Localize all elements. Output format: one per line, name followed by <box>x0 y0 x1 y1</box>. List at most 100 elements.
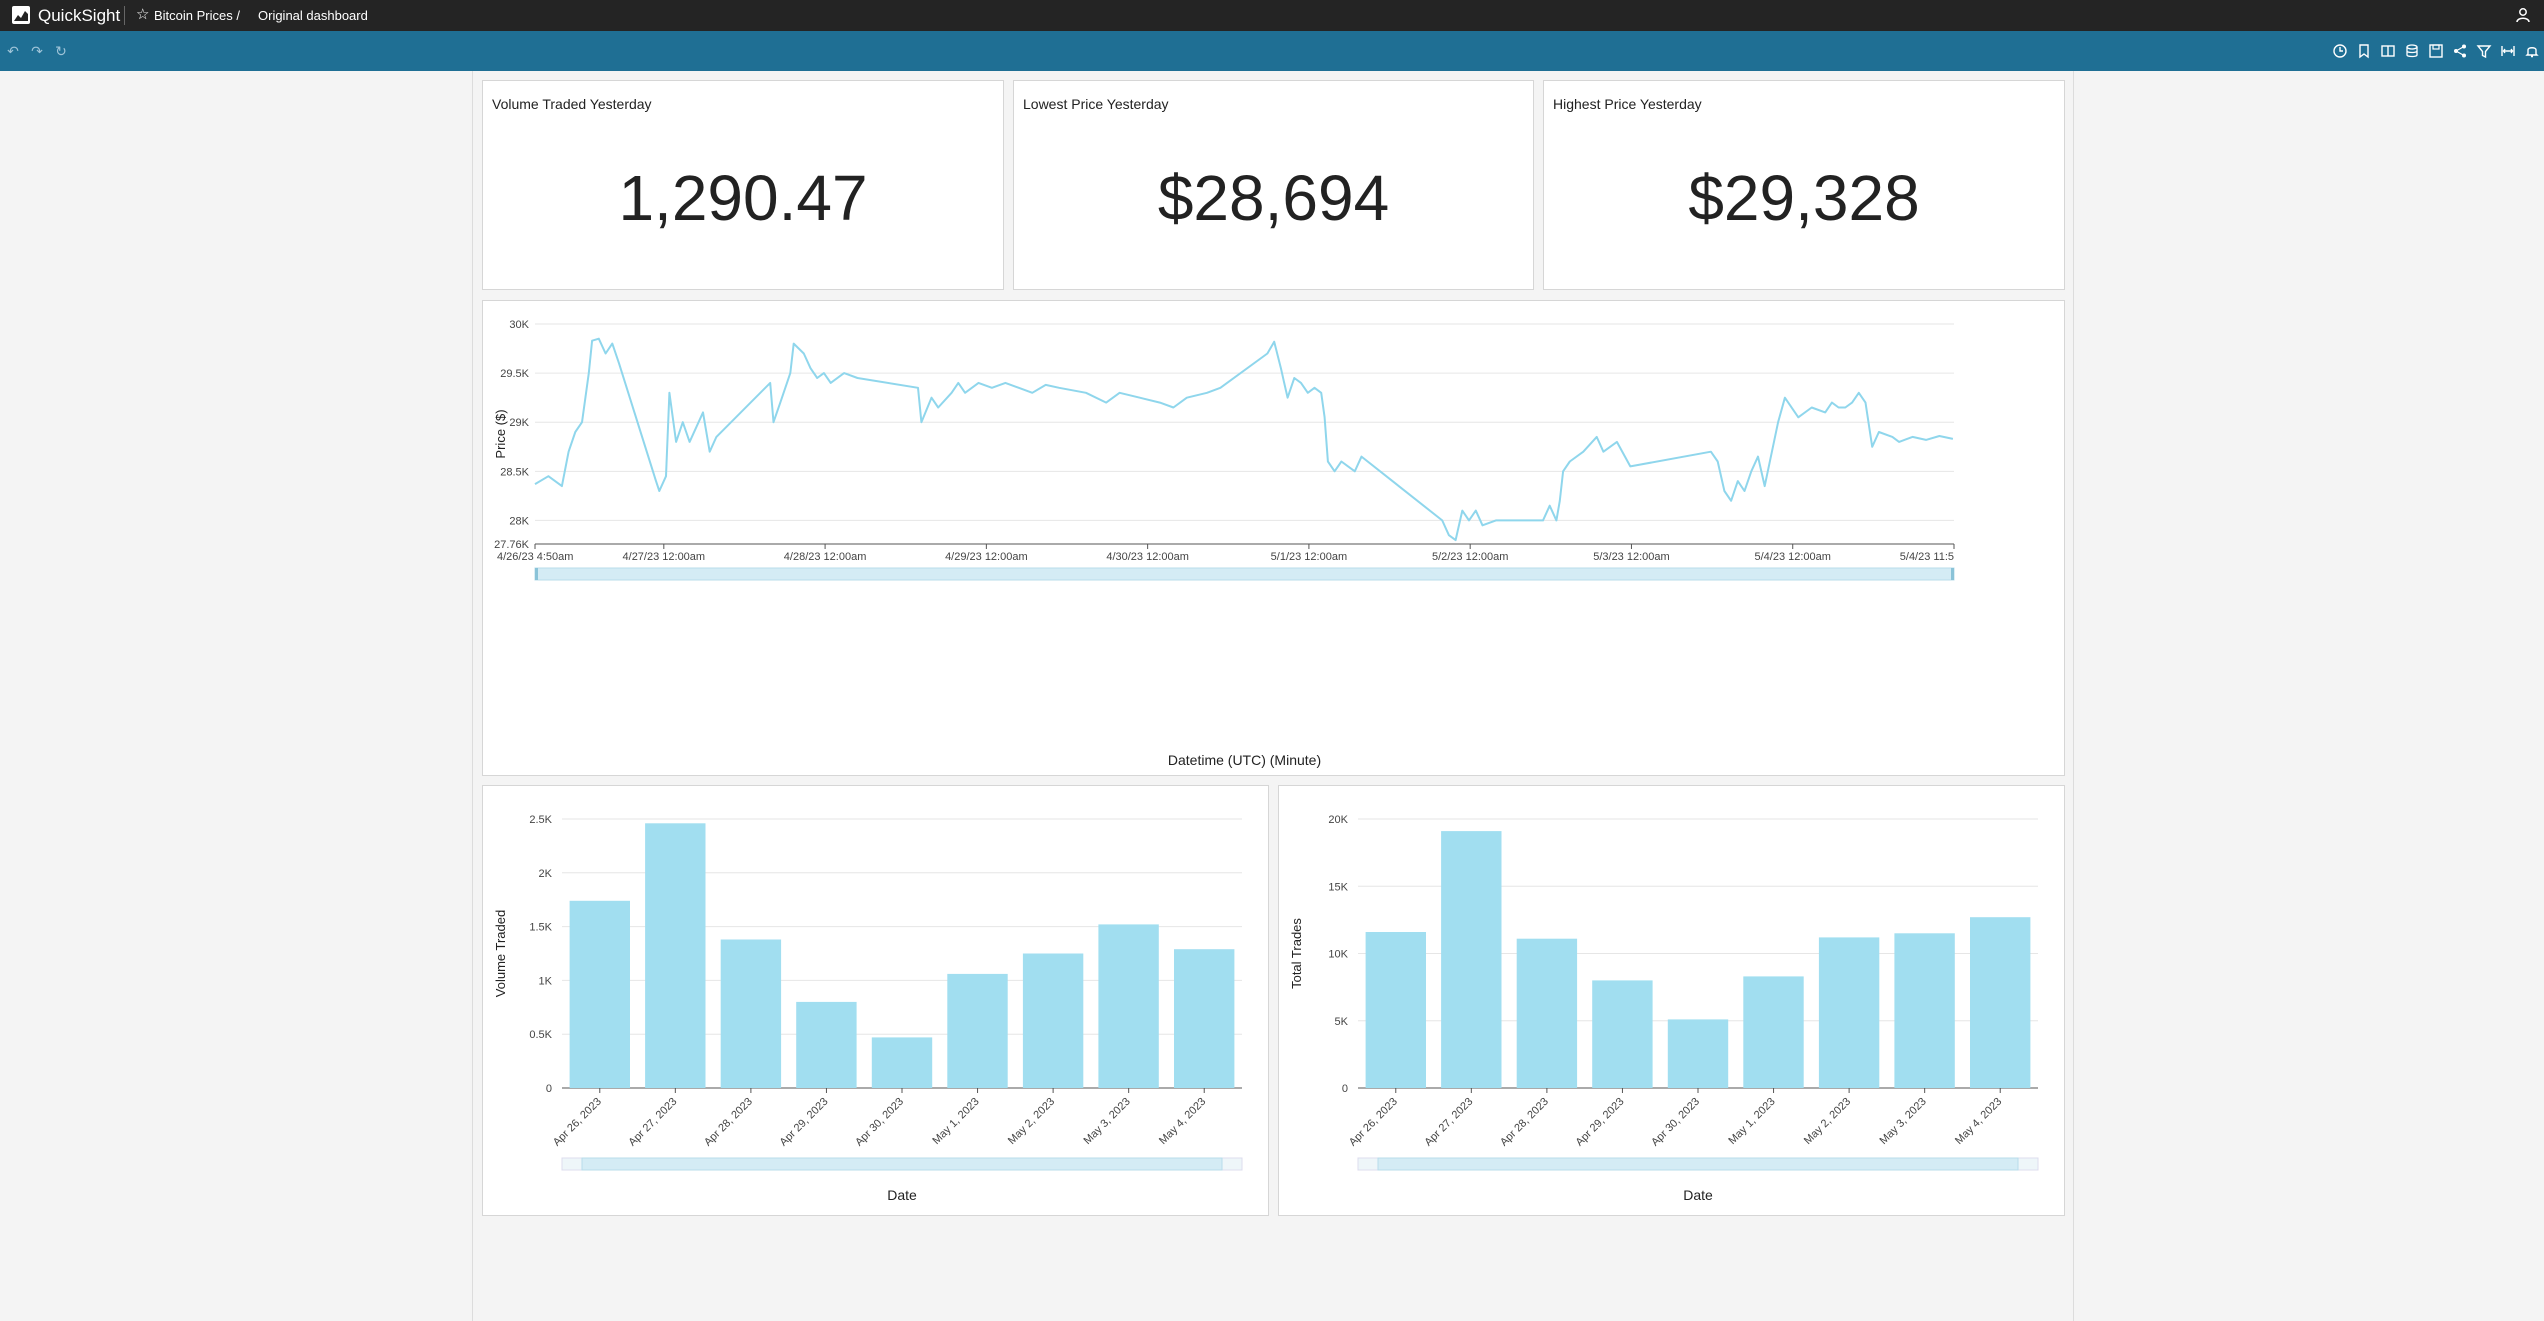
range-slider-handle-right <box>1951 568 1954 580</box>
x-tick-label: Apr 26, 2023 <box>1347 1096 1400 1149</box>
y-axis-title: Total Trades <box>1289 918 1304 989</box>
x-tick-label: 4/30/23 12:00am <box>1106 551 1189 563</box>
kpi-value: $28,694 <box>1157 162 1390 234</box>
y-tick-label: 2K <box>539 868 553 880</box>
thresholds-icon[interactable] <box>2380 43 2396 59</box>
x-tick-label: 4/26/23 4:50am <box>497 551 573 563</box>
bar <box>1970 917 2031 1088</box>
x-tick-label: 4/27/23 12:00am <box>623 551 706 563</box>
range-slider-window <box>1377 1157 2019 1171</box>
share-icon[interactable] <box>2452 43 2468 59</box>
reset-icon[interactable]: ↻ <box>53 43 69 59</box>
price-line-chart: 27.76K 28K 28.5K 29K 29.5K 30K 4/26/23 4:50am 4… <box>493 319 1955 768</box>
bar <box>1667 1019 1729 1088</box>
quicksight-logo-icon[interactable] <box>12 6 30 24</box>
x-tick-label: Apr 27, 2023 <box>1422 1096 1475 1149</box>
kpi-highest-price-card[interactable]: Highest Price Yesterday $29,328 <box>1543 80 2065 290</box>
x-tick-label: Apr 28, 2023 <box>702 1096 755 1149</box>
app-name[interactable]: QuickSight <box>38 6 120 26</box>
user-icon[interactable] <box>2514 6 2532 24</box>
kpi-title: Volume Traded Yesterday <box>492 96 652 112</box>
favorite-star-icon[interactable]: ☆ <box>136 5 149 23</box>
kpi-title: Highest Price Yesterday <box>1553 96 1702 112</box>
x-tick-label: 5/1/23 12:00am <box>1271 551 1347 563</box>
y-tick-label: 10K <box>1328 949 1348 961</box>
data-icon[interactable] <box>2404 43 2420 59</box>
y-tick-label: 27.76K <box>494 539 530 551</box>
alert-icon[interactable] <box>2524 43 2540 59</box>
bar <box>645 823 706 1088</box>
trades-bar-chart-card[interactable]: 0 5K 10K 15K 20K Apr 26, 2023 Apr 27, 2023 Apr … <box>1278 785 2065 1216</box>
x-tick-label: Apr 30, 2023 <box>1649 1096 1702 1149</box>
fit-width-icon[interactable] <box>2500 43 2516 59</box>
x-axis-title: Datetime (UTC) (Minute) <box>1168 752 1321 768</box>
x-tick-label: Apr 29, 2023 <box>1574 1096 1627 1149</box>
bar <box>1022 953 1084 1088</box>
volume-bar-chart: 0 0.5K 1K 1.5K 2K 2.5K Apr 26, 2023 Apr 27, 202… <box>493 814 1243 1203</box>
x-tick-label: May 4, 2023 <box>1157 1096 1208 1147</box>
dashboard-sheet: Volume Traded Yesterday 1,290.47 Lowest … <box>472 71 2074 1321</box>
trades-bar-chart: 0 5K 10K 15K 20K Apr 26, 2023 Apr 27, 2023 Apr … <box>1289 814 2039 1203</box>
x-tick-label: Apr 27, 2023 <box>626 1096 679 1149</box>
kpi-volume-traded-card[interactable]: Volume Traded Yesterday 1,290.47 <box>482 80 1004 290</box>
range-slider-handle-left <box>535 568 538 580</box>
divider <box>124 6 125 25</box>
kpi-value: $29,328 <box>1688 162 1920 234</box>
bar <box>569 900 630 1088</box>
kpi-title: Lowest Price Yesterday <box>1023 96 1169 112</box>
y-tick-label: 1.5K <box>529 922 552 934</box>
bar <box>1365 932 1426 1088</box>
x-tick-label: May 4, 2023 <box>1953 1096 2004 1147</box>
x-tick-label: May 1, 2023 <box>1726 1096 1777 1147</box>
bar <box>1818 937 1880 1088</box>
bar <box>1098 924 1159 1088</box>
range-slider-window <box>581 1157 1223 1171</box>
y-tick-label: 29.5K <box>500 368 529 380</box>
y-tick-label: 20K <box>1328 814 1348 826</box>
clock-icon[interactable] <box>2332 43 2348 59</box>
x-tick-label: May 3, 2023 <box>1081 1096 1132 1147</box>
y-tick-label: 28.5K <box>500 466 529 478</box>
bar <box>1894 933 1955 1088</box>
x-tick-label: Apr 29, 2023 <box>778 1096 831 1149</box>
filter-icon[interactable] <box>2476 43 2492 59</box>
y-tick-label: 30K <box>509 319 529 331</box>
x-tick-label: Apr 26, 2023 <box>551 1096 604 1149</box>
toolbar: ↶ ↷ ↻ <box>0 31 2544 71</box>
x-tick-label: Apr 30, 2023 <box>853 1096 906 1149</box>
range-slider <box>534 567 1955 581</box>
x-tick-label: May 2, 2023 <box>1802 1096 1853 1147</box>
y-tick-label: 0 <box>1342 1083 1348 1095</box>
y-axis-title: Volume Traded <box>493 910 508 997</box>
y-tick-label: 0.5K <box>529 1029 552 1041</box>
x-tick-label: 4/28/23 12:00am <box>784 551 867 563</box>
bar <box>720 939 782 1088</box>
x-axis-title: Date <box>1683 1187 1713 1203</box>
bar <box>871 1037 933 1088</box>
x-tick-label: 5/4/23 12:00am <box>1755 551 1831 563</box>
y-tick-label: 15K <box>1328 881 1348 893</box>
kpi-value: 1,290.47 <box>618 162 868 234</box>
y-tick-label: 0 <box>546 1083 552 1095</box>
volume-bar-chart-card[interactable]: 0 0.5K 1K 1.5K 2K 2.5K Apr 26, 2023 Apr 27, 202… <box>482 785 1269 1216</box>
bar <box>947 973 1008 1088</box>
bar <box>1743 976 1804 1088</box>
x-tick-label: May 2, 2023 <box>1006 1096 1057 1147</box>
save-icon[interactable] <box>2428 43 2444 59</box>
kpi-lowest-price-card[interactable]: Lowest Price Yesterday $28,694 <box>1013 80 1534 290</box>
x-tick-label: Apr 28, 2023 <box>1498 1096 1551 1149</box>
x-tick-label: May 3, 2023 <box>1877 1096 1928 1147</box>
breadcrumb[interactable]: Bitcoin Prices / <box>154 8 240 23</box>
redo-icon[interactable]: ↷ <box>29 43 45 59</box>
x-tick-label: 4/29/23 12:00am <box>945 551 1028 563</box>
bar <box>1592 980 1653 1088</box>
top-bar: QuickSight ☆ Bitcoin Prices / Original d… <box>0 0 2544 31</box>
bookmark-icon[interactable] <box>2356 43 2372 59</box>
bar <box>1174 949 1235 1088</box>
price-line-chart-card[interactable]: 27.76K 28K 28.5K 29K 29.5K 30K 4/26/23 4:50am 4… <box>482 300 2065 776</box>
dashboard-title: Original dashboard <box>258 8 368 23</box>
price-series-line <box>534 337 1954 542</box>
undo-icon[interactable]: ↶ <box>5 43 21 59</box>
y-tick-label: 5K <box>1335 1016 1349 1028</box>
y-tick-label: 28K <box>509 515 529 527</box>
